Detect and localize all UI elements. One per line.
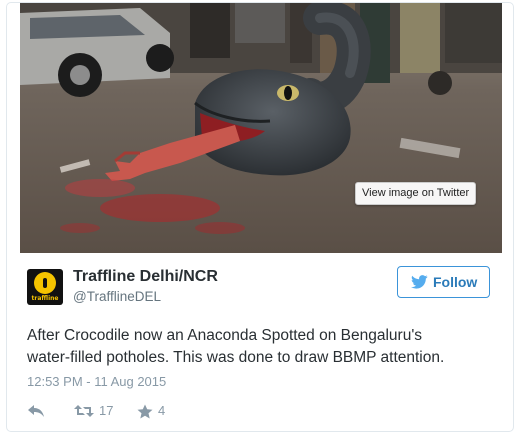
user-handle[interactable]: @TrafflineDEL (73, 289, 161, 304)
display-name[interactable]: Traffline Delhi/NCR (73, 268, 218, 286)
tweet-text-line-1: After Crocodile now an Anaconda Spotted … (27, 327, 423, 344)
favorite-count: 4 (158, 403, 166, 418)
view-on-twitter-badge[interactable]: View image on Twitter (355, 182, 477, 205)
star-icon (137, 404, 153, 419)
twitter-bird-icon (411, 275, 428, 289)
tweet-text-line-2: water-filled potholes. This was done to … (27, 349, 445, 366)
retweet-icon (74, 405, 94, 417)
avatar-brand-text: traffline (31, 295, 59, 302)
avatar[interactable]: traffline (27, 269, 63, 305)
retweet-count: 17 (99, 403, 114, 418)
follow-label: Follow (433, 274, 478, 290)
favorite-button[interactable]: 4 (137, 401, 177, 421)
tweet-text: After Crocodile now an Anaconda Spotted … (27, 325, 497, 369)
logo-pin-mark (43, 278, 47, 288)
tweet-timestamp[interactable]: 12:53 PM - 11 Aug 2015 (27, 374, 166, 389)
follow-button[interactable]: Follow (397, 266, 490, 298)
reply-button[interactable] (27, 401, 51, 421)
reply-icon (28, 405, 44, 417)
anaconda-photo (20, 3, 502, 253)
tweet-image[interactable]: View image on Twitter (20, 3, 502, 253)
retweet-button[interactable]: 17 (74, 401, 124, 421)
embedded-tweet-card: View image on Twitter traffline Trafflin… (6, 2, 514, 432)
